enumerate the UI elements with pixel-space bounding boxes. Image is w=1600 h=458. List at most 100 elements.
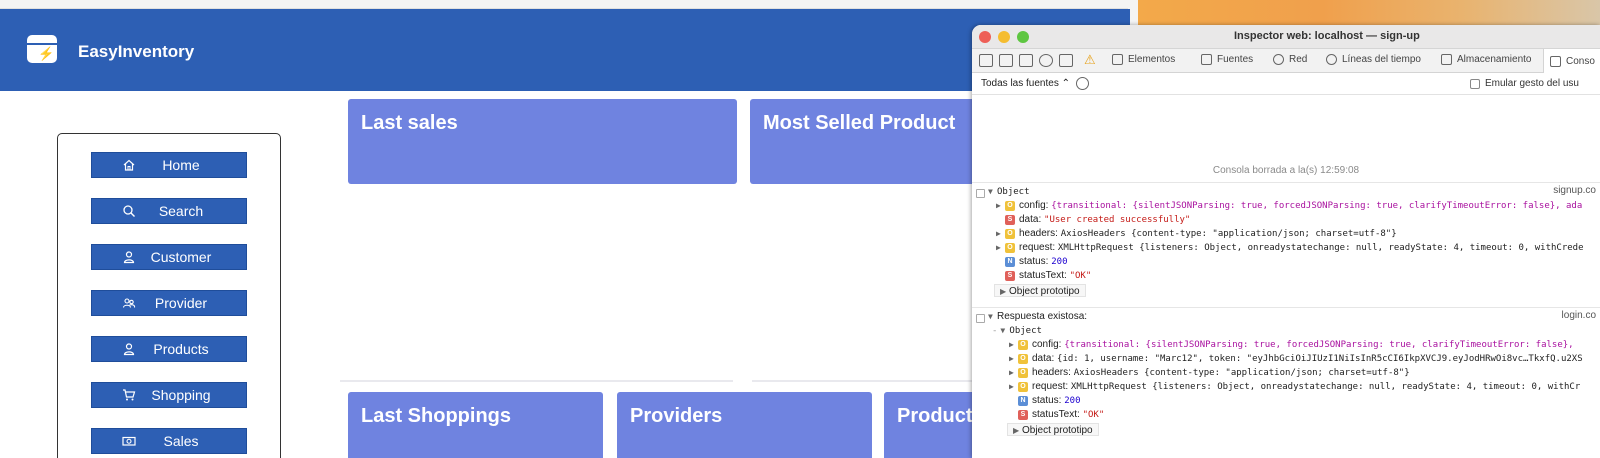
close-window-button[interactable] <box>979 31 991 43</box>
search-icon <box>123 205 135 217</box>
nav-provider-label: Provider <box>154 295 208 311</box>
nav-shopping-button[interactable]: Shopping <box>91 382 247 408</box>
file-icon <box>1201 54 1212 65</box>
log-message-label: Respuesta existosa: <box>997 311 1088 322</box>
statustext-value: "OK" <box>1069 271 1092 281</box>
headers-value: AxiosHeaders {content-type: "application… <box>1060 229 1397 239</box>
log-object-header[interactable]: ▼ Object <box>988 185 1030 198</box>
tab-almacenamiento[interactable]: Almacenamiento <box>1441 54 1531 65</box>
prototype-label: Object prototipo <box>1022 425 1093 436</box>
nav-search-button[interactable]: Search <box>91 198 247 224</box>
log-prop-statustext: SstatusText: "OK" <box>1018 408 1104 421</box>
inspector-title: Inspector web: localhost — sign-up <box>1234 30 1420 42</box>
app-header: ⚡ EasyInventory <box>0 9 1130 91</box>
emulate-gesture-label: Emular gesto del usu <box>1485 78 1579 89</box>
warning-icon[interactable]: ⚠ <box>1084 52 1096 68</box>
tab-fuentes-label: Fuentes <box>1217 54 1254 65</box>
data-value: "User created successfully" <box>1044 215 1191 225</box>
filter-options-icon[interactable] <box>1076 77 1089 90</box>
nav-shopping-label: Shopping <box>151 387 211 403</box>
log-object-prototype[interactable]: ▶ Object prototipo <box>994 284 1086 297</box>
nav-products-label: Products <box>153 341 209 357</box>
log-prop-statustext: SstatusText: "OK" <box>1005 269 1091 282</box>
console-log-entry: ▼ Object signup.co ▶ Oconfig: {transitiona… <box>972 182 1600 306</box>
request-value: XMLHttpRequest {listeners: Object, onrea… <box>1057 243 1584 253</box>
request-value: XMLHttpRequest {listeners: Object, onrea… <box>1070 382 1581 392</box>
tab-lineas-tiempo[interactable]: Líneas del tiempo <box>1326 54 1421 65</box>
log-object-header[interactable]: - ▼ Object <box>992 324 1042 337</box>
card-last-sales[interactable]: Last sales <box>348 99 737 184</box>
emulate-gesture-checkbox[interactable] <box>1470 78 1480 89</box>
console-cleared-message: Consola borrada a la(s) 12:59:08 <box>1212 165 1360 176</box>
nav-customer-button[interactable]: Customer <box>91 244 247 270</box>
log-source-link[interactable]: login.co <box>1562 310 1596 321</box>
log-entry-icon <box>976 314 985 323</box>
log-prop-request[interactable]: ▶ Orequest: XMLHttpRequest {listeners: Ob… <box>996 241 1584 254</box>
log-prop-data: Sdata: "User created successfully" <box>1005 213 1190 226</box>
tab-consola[interactable]: Conso <box>1543 49 1600 73</box>
nav-sales-button[interactable]: Sales <box>91 428 247 454</box>
tab-red-label: Red <box>1289 54 1308 65</box>
card-providers[interactable]: Providers <box>617 392 872 458</box>
tab-red[interactable]: Red <box>1273 54 1307 65</box>
config-value: {transitional: {silentJSONParsing: true,… <box>1064 340 1574 350</box>
card-most-selled[interactable]: Most Selled Product <box>750 99 990 184</box>
data-value: {id: 1, username: "Marc12", token: "eyJh… <box>1057 354 1583 364</box>
tab-elementos[interactable]: Elementos <box>1112 54 1175 65</box>
console-filter-bar: Todas las fuentes ⌃ Emular gesto del usu <box>972 73 1600 95</box>
inspector-titlebar[interactable]: Inspector web: localhost — sign-up <box>972 25 1600 49</box>
log-prop-data[interactable]: ▶ Odata: {id: 1, username: "Marc12", toke… <box>1009 352 1583 365</box>
tab-fuentes[interactable]: Fuentes <box>1201 54 1253 65</box>
nav-home-label: Home <box>162 157 200 173</box>
tab-consola-label: Conso <box>1566 55 1595 67</box>
log-source-link[interactable]: signup.co <box>1553 185 1596 196</box>
network-icon <box>1273 54 1284 65</box>
nav-products-button[interactable]: Products <box>91 336 247 362</box>
dock-bottom-icon[interactable] <box>999 54 1013 67</box>
card-last-shoppings[interactable]: Last Shoppings <box>348 392 603 458</box>
elements-icon <box>1112 54 1123 65</box>
prototype-label: Object prototipo <box>1009 286 1080 297</box>
card-last-sales-title: Last sales <box>361 112 458 134</box>
target-icon[interactable] <box>1039 54 1053 67</box>
console-log-entry: ▼ Respuesta existosa: login.co - ▼ Object ▶… <box>972 307 1600 457</box>
log-prop-config[interactable]: ▶ Oconfig: {transitional: {silentJSONPars… <box>1009 338 1574 351</box>
money-icon <box>122 436 136 446</box>
card-most-selled-title: Most Selled Product <box>763 112 956 134</box>
nav-search-label: Search <box>158 203 204 219</box>
emulate-gesture-toggle[interactable]: Emular gesto del usu <box>1470 78 1579 89</box>
status-value: 200 <box>1064 396 1081 406</box>
log-prop-config[interactable]: ▶ Oconfig: {transitional: {silentJSONPars… <box>996 199 1582 212</box>
nav-provider-button[interactable]: Provider <box>91 290 247 316</box>
dock-left-icon[interactable] <box>979 54 993 67</box>
log-object-prototype[interactable]: ▶ Object prototipo <box>1007 423 1099 436</box>
config-value: {transitional: {silentJSONParsing: true,… <box>1051 201 1583 211</box>
statustext-value: "OK" <box>1082 410 1105 420</box>
database-icon <box>1441 54 1452 65</box>
user-icon <box>123 343 135 356</box>
log-prop-request[interactable]: ▶ Orequest: XMLHttpRequest {listeners: Ob… <box>1009 380 1580 393</box>
user-icon <box>123 251 135 264</box>
home-icon <box>123 159 135 171</box>
log-prop-headers[interactable]: ▶ Oheaders: AxiosHeaders {content-type: "… <box>996 227 1397 240</box>
minimize-window-button[interactable] <box>998 31 1010 43</box>
clock-icon <box>1326 54 1337 65</box>
inspector-toolbar: ⚠ Elementos Fuentes Red Líneas del tiemp… <box>972 49 1600 73</box>
sidebar: Home Search Customer Provider Products S… <box>57 133 281 458</box>
card-providers-title: Providers <box>630 405 723 427</box>
log-entry-icon <box>976 189 985 198</box>
console-icon <box>1550 55 1561 67</box>
log-object-label: Object <box>997 187 1030 197</box>
source-filter-select[interactable]: Todas las fuentes ⌃ <box>981 78 1070 89</box>
zoom-window-button[interactable] <box>1017 31 1029 43</box>
headers-value: AxiosHeaders {content-type: "application… <box>1073 368 1410 378</box>
log-prop-headers[interactable]: ▶ Oheaders: AxiosHeaders {content-type: "… <box>1009 366 1410 379</box>
nav-home-button[interactable]: Home <box>91 152 247 178</box>
dock-right-icon[interactable] <box>1019 54 1033 67</box>
log-prop-status: Nstatus: 200 <box>1018 394 1081 407</box>
app-title: EasyInventory <box>78 42 195 61</box>
tab-elementos-label: Elementos <box>1128 54 1176 65</box>
log-message-header[interactable]: ▼ Respuesta existosa: <box>988 310 1087 323</box>
device-icon[interactable] <box>1059 54 1073 67</box>
section-divider <box>752 380 992 382</box>
